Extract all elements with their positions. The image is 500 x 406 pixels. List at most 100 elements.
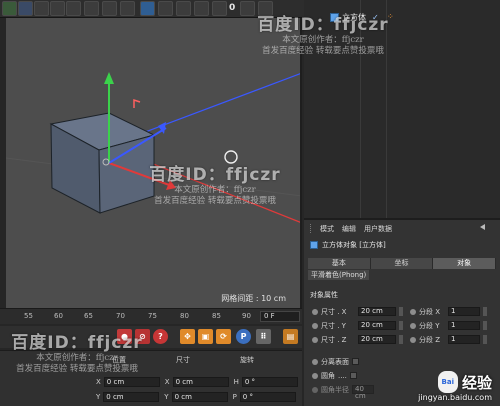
baidu-paw-logo: Bai	[437, 371, 458, 393]
rot-h-field[interactable]: 0 °	[241, 377, 298, 387]
animate-radio[interactable]	[312, 336, 318, 343]
record-button[interactable]: ●	[117, 329, 132, 344]
history-arrows	[480, 224, 494, 230]
film-strip-icon[interactable]: ▤	[283, 329, 298, 344]
animate-radio[interactable]	[312, 386, 318, 393]
animate-radio[interactable]	[410, 308, 416, 315]
select-tool-icon[interactable]	[2, 1, 17, 16]
size-row-z: 尺寸 . Z 20 cm 分段 Z 1	[312, 334, 487, 345]
menu-user-data[interactable]: 用户数据	[364, 224, 392, 234]
size-z-spinner[interactable]	[399, 335, 403, 344]
animate-radio[interactable]	[312, 322, 318, 329]
size-y-field[interactable]: 20 cm	[358, 321, 396, 330]
coord-row-1: X 0 cm X 0 cm H 0 °	[96, 377, 298, 387]
autokey-button[interactable]: ⊘	[135, 329, 150, 344]
size-z-field[interactable]: 20 cm	[358, 335, 396, 344]
animate-radio[interactable]	[410, 322, 416, 329]
environment-icon[interactable]	[258, 1, 273, 16]
cube-object	[49, 112, 156, 214]
camera-icon[interactable]	[50, 1, 65, 16]
pos-x-field[interactable]: 0 cm	[103, 377, 160, 387]
rot-p-field[interactable]: 0 °	[239, 392, 296, 402]
fillet-radius-field[interactable]: 40 cm	[352, 385, 374, 400]
grid-icon[interactable]	[34, 1, 49, 16]
coord-header-size: 尺寸	[176, 356, 190, 364]
tab-basic[interactable]: 基本	[308, 258, 371, 269]
paint-icon[interactable]	[66, 1, 81, 16]
toolbar-frame-number: 0	[229, 3, 236, 13]
size-y-coord-field[interactable]: 0 cm	[171, 392, 228, 402]
grip-handle[interactable]	[310, 224, 312, 233]
fillet-dots: ....	[338, 371, 347, 380]
coord-header-position: 位置	[112, 356, 126, 364]
picture-viewer-icon[interactable]	[120, 1, 135, 16]
cube-icon	[330, 13, 339, 22]
size-x-field[interactable]: 20 cm	[358, 307, 396, 316]
segments-z-field[interactable]: 1	[448, 335, 480, 344]
light-icon[interactable]	[240, 1, 255, 16]
pos-axis-label: Y	[96, 393, 101, 401]
object-manager[interactable]: 立方体 ✓ ⁘	[304, 0, 500, 218]
pos-axis-label: X	[96, 378, 101, 386]
param-keys-button[interactable]: P	[236, 329, 251, 344]
size-x-label: 尺寸 . X	[321, 307, 347, 316]
render-icon[interactable]	[84, 1, 99, 16]
grid-spacing-label: 网格间距 : 10 cm	[221, 294, 286, 303]
object-list-item-cube[interactable]: 立方体 ✓	[330, 12, 379, 23]
viewport-canvas[interactable]	[6, 18, 302, 308]
rotate-keys-icon[interactable]: ⟳	[216, 329, 231, 344]
size-x-coord-field[interactable]: 0 cm	[172, 377, 229, 387]
fillet-label: 圆角	[321, 371, 335, 380]
timeline-ruler[interactable]: 55 60 65 70 75 80 85 90 0 F	[0, 308, 302, 324]
subdivide-icon[interactable]	[176, 1, 191, 16]
scale-keys-icon[interactable]: ▣	[198, 329, 213, 344]
cube-icon	[310, 241, 318, 249]
fillet-checkbox[interactable]	[349, 372, 357, 379]
timeline-tick: 80	[180, 312, 189, 320]
separate-surfaces-label: 分离表面	[321, 357, 349, 366]
animate-radio[interactable]	[312, 372, 318, 379]
pen-icon[interactable]	[158, 1, 173, 16]
current-frame-field[interactable]: 0 F	[260, 311, 300, 322]
size-y-label: 尺寸 . Y	[321, 321, 346, 330]
size-axis-label: Y	[164, 393, 169, 401]
separate-surfaces-checkbox[interactable]	[352, 358, 359, 365]
pos-y-field[interactable]: 0 cm	[103, 392, 160, 402]
help-button[interactable]: ?	[153, 329, 168, 344]
segments-y-label: 分段 Y	[419, 321, 440, 330]
timeline-tick: 65	[84, 312, 93, 320]
pla-keys-icon[interactable]: ⠿	[256, 329, 271, 344]
animate-radio[interactable]	[410, 336, 416, 343]
segments-y-spinner[interactable]	[483, 321, 487, 330]
3d-viewport[interactable]: 网格间距 : 10 cm	[6, 18, 302, 308]
deformer-icon[interactable]	[212, 1, 227, 16]
animate-radio[interactable]	[312, 358, 318, 365]
baidu-jingyan-brand: Bai 经验 jingyan.baidu.com	[418, 371, 492, 402]
cube-object-icon[interactable]	[140, 1, 155, 16]
segments-y-field[interactable]: 1	[448, 321, 480, 330]
tag-dots-icon[interactable]: ⁘	[387, 12, 394, 21]
size-x-spinner[interactable]	[399, 307, 403, 316]
segments-x-field[interactable]: 1	[448, 307, 480, 316]
move-keys-icon[interactable]: ✥	[180, 329, 195, 344]
menu-edit[interactable]: 编辑	[342, 224, 356, 234]
edit-render-icon[interactable]	[102, 1, 117, 16]
separate-surfaces-row: 分离表面	[312, 356, 359, 367]
segments-x-spinner[interactable]	[483, 307, 487, 316]
rot-axis-label: H	[233, 378, 239, 386]
up-arrow-icon[interactable]	[488, 224, 494, 230]
tab-object[interactable]: 对象	[433, 258, 497, 269]
section-object-properties: 对象属性	[310, 291, 338, 299]
size-y-spinner[interactable]	[399, 321, 403, 330]
coord-row-2: Y 0 cm Y 0 cm P 0 °	[96, 392, 296, 402]
array-icon[interactable]	[194, 1, 209, 16]
animate-radio[interactable]	[312, 308, 318, 315]
visibility-check-icon[interactable]: ✓	[372, 13, 379, 22]
back-arrow-icon[interactable]	[480, 224, 485, 230]
segments-z-spinner[interactable]	[483, 335, 487, 344]
tab-coord[interactable]: 坐标	[370, 258, 434, 269]
fillet-radius-row: 圆角半径 40 cm	[312, 384, 374, 400]
tab-phong[interactable]: 平滑着色(Phong)	[308, 270, 370, 280]
menu-mode[interactable]: 模式	[320, 224, 334, 234]
move-tool-icon[interactable]	[18, 1, 33, 16]
